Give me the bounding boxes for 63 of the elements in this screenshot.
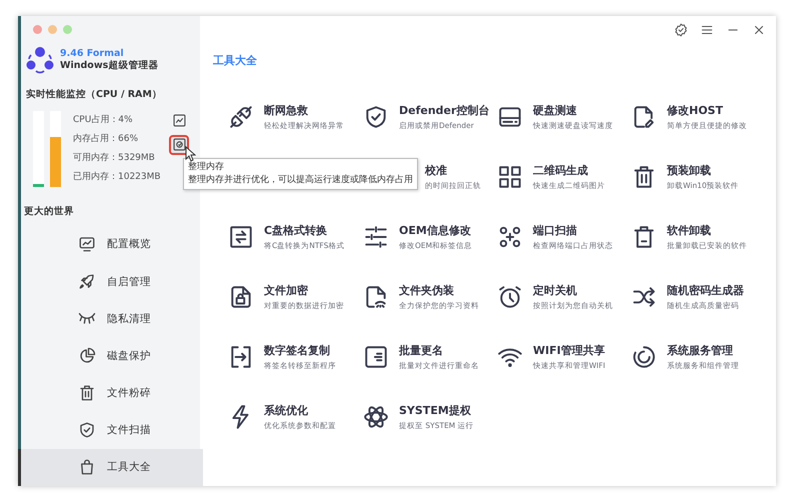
stat-text: 已用内存：10223MB [73,170,162,183]
menu-icon[interactable] [700,23,714,37]
swap-icon [228,224,254,250]
tool-title: 校准 [425,163,448,178]
tool-title: 系统服务管理 [667,343,734,358]
tool-title: 批量更名 [399,343,444,358]
tooltip-text: 整理内存并进行优化，可以提高运行速度或降低内存占用 [188,174,413,187]
tool-title: 硬盘测速 [533,103,578,118]
monitor-chart-icon [78,235,96,254]
tool-title: 断网急救 [264,103,309,118]
shopping-bag-icon [78,458,96,476]
tool-title: 修改HOST [667,103,724,118]
stat-text: 可用内存：5329MB [73,152,156,164]
tool-title: 文件加密 [264,283,309,298]
shield-check-icon [78,421,96,440]
monitor-title: 实时性能监控（CPU / RAM） [25,88,163,101]
nav-item[interactable]: 文件扫描 [18,412,203,449]
stat-text: 内存占用：66% [73,132,140,145]
verified-badge-icon[interactable] [674,23,688,37]
zoom-dot-icon[interactable] [63,25,72,34]
app-name: Windows超级管理器 [60,58,158,72]
tool-title: 软件卸载 [667,223,712,238]
plug-icon [228,104,254,130]
tool-title: 文件夹伪装 [399,283,455,298]
trash-icon [78,384,96,402]
sliders-icon [363,224,389,250]
nav-item[interactable]: 自启管理 [18,262,203,300]
page-title: 工具大全 [212,53,258,68]
rocket-icon [78,272,96,291]
tool-title: 预装卸载 [667,163,712,178]
logo-icon [26,46,54,74]
nav-item[interactable]: 工具大全 [18,448,203,486]
pie-chart-icon [78,346,96,365]
minimize-dot-icon[interactable] [48,25,57,34]
close-icon[interactable] [752,23,766,37]
chart-icon [172,114,186,128]
stat-text: CPU占用：4% [73,114,134,126]
tool-title: 系统优化 [264,403,309,418]
nav-item[interactable]: 隐私清理 [18,300,203,338]
tool-title: OEM信息修改 [399,223,472,238]
section-title: 更大的世界 [23,204,75,219]
qr-code-icon [497,164,523,190]
tool-title: 定时关机 [533,283,578,298]
alarm-clock-icon [497,284,523,310]
atom-icon [363,404,389,430]
clean-memory-button[interactable] [169,134,189,155]
tool-title: 随机密码生成器 [667,283,744,298]
tool-title: WIFI管理共享 [533,343,606,358]
app-version: 9.46 Formal [60,48,125,59]
rename-icon [363,344,389,370]
nav-item[interactable]: 文件粉碎 [18,374,203,412]
tooltip-title: 整理内存 [188,161,225,174]
close-dot-icon[interactable] [33,25,42,34]
tool-title: 二维码生成 [533,163,589,178]
tool-title: 数字签名复制 [264,343,331,358]
tool-title: Defender控制台 [399,103,490,118]
nav-item[interactable]: 配置概览 [18,226,203,263]
tool-title: 端口扫描 [533,223,578,238]
scan-icon [497,224,523,250]
tool-title: SYSTEM提权 [399,403,472,418]
clean-memory-icon [172,138,186,152]
tool-title: C盘格式转换 [264,223,328,238]
nav-item[interactable]: 磁盘保护 [18,337,203,374]
